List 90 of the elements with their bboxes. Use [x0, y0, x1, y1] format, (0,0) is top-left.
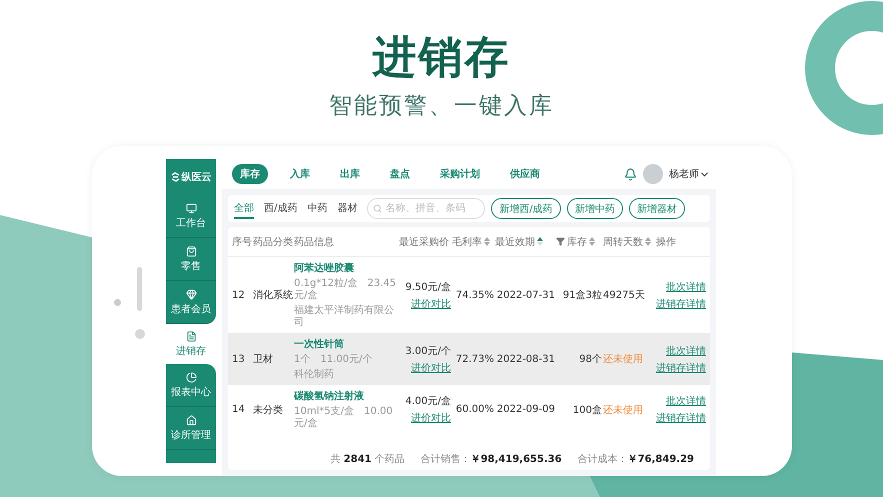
sidebar-background: [166, 450, 216, 463]
avatar[interactable]: [643, 164, 663, 184]
compare-link[interactable]: 进价对比: [411, 296, 451, 310]
sidebar-item[interactable]: 患者会员: [166, 281, 216, 324]
filter-icon[interactable]: [556, 237, 565, 246]
sales-total: 合计销售：￥98,419,655.36: [420, 452, 562, 466]
table-cell-text: 2022-08-31: [496, 354, 555, 364]
table-cell-text: 60.00%: [454, 404, 494, 415]
search-field[interactable]: 名称、拼音、条码: [367, 198, 486, 219]
nav-tab[interactable]: 入库: [282, 164, 318, 184]
column-header[interactable]: 库存: [556, 234, 602, 248]
drug-name: 碳酸氢钠注射液: [294, 389, 365, 403]
table-cell-text: 49275天: [603, 289, 646, 302]
monitor-icon: [186, 202, 196, 214]
table-cell-text: 14: [232, 404, 246, 415]
detail-link[interactable]: 批次详情: [666, 394, 706, 408]
column-header[interactable]: 最近效期: [495, 234, 555, 248]
column-header: 序号: [232, 236, 252, 248]
cost-total: 合计成本：￥76,849.29: [578, 452, 694, 466]
table-cell-text: 91盒3粒: [562, 288, 602, 302]
column-header[interactable]: 毛利率: [452, 234, 494, 248]
category-tab[interactable]: 器材: [337, 198, 358, 219]
detail-link[interactable]: 进销存详情: [656, 296, 706, 310]
table-cell-text: 12: [232, 290, 246, 300]
drug-name: 一次性针筒: [294, 338, 345, 351]
sort-icon[interactable]: [484, 237, 490, 246]
drug-name: 阿苯达唑胶囊: [294, 261, 355, 275]
nav-tab[interactable]: 库存: [232, 164, 268, 184]
category-tab[interactable]: 全部: [234, 198, 254, 219]
bag-icon: [186, 246, 196, 256]
sensor-dot: [134, 328, 144, 338]
drug-spec: 10ml*5支/盒 10.00元/盒: [294, 406, 394, 430]
add-button[interactable]: 新增器材: [628, 198, 685, 219]
nav-tab[interactable]: 采购计划: [432, 164, 488, 184]
column-header: 最近采购价: [399, 236, 450, 248]
drug-spec: 1个 11.00元/个: [294, 354, 374, 366]
add-button[interactable]: 新增西/成药: [491, 198, 561, 219]
sidebar-item[interactable]: 报表中心: [166, 364, 216, 407]
column-header: 药品分类: [253, 236, 293, 248]
sort-icon[interactable]: [589, 237, 595, 246]
document-icon: [186, 330, 196, 342]
nav-tab[interactable]: 出库: [332, 164, 368, 184]
pie-chart-icon: [186, 372, 196, 382]
table-cell-text: 2022-09-09: [496, 404, 555, 415]
detail-link[interactable]: 进销存详情: [656, 411, 706, 425]
nav-tab[interactable]: 供应商: [502, 164, 548, 184]
sort-icon[interactable]: [645, 237, 651, 246]
drug-maker: 科伦制药: [294, 369, 335, 381]
category-tab[interactable]: 中药: [307, 198, 328, 219]
table-cell-text: 13: [232, 354, 246, 364]
category-tab[interactable]: 西/成药: [264, 198, 298, 219]
diamond-icon: [186, 288, 196, 300]
table-cell-text: 3.00元/个: [405, 344, 451, 358]
table-cell-text: 72.73%: [454, 354, 494, 364]
table-cell-text: 100盒: [572, 404, 602, 416]
table-cell-text: 未分类: [253, 404, 284, 416]
detail-link[interactable]: 批次详情: [666, 344, 706, 358]
drug-count: 共 2841 个药品: [330, 452, 405, 466]
hero-title: 进销存: [372, 31, 510, 85]
table-cell-text: 卫材: [253, 352, 274, 366]
table-cell-text: 4.00元/盒: [405, 394, 451, 408]
camera-dot: [114, 299, 120, 306]
app-logo: 纵医云: [166, 159, 216, 195]
drug-maker: 福建太平洋制药有限公司: [294, 305, 395, 329]
sort-icon[interactable]: [537, 237, 543, 246]
table-cell-text: 还未使用: [603, 404, 644, 416]
user-menu[interactable]: 杨老师: [669, 167, 710, 181]
drug-spec: 0.1g*12粒/盒 23.45元/盒: [294, 278, 397, 302]
column-header[interactable]: 周转天数: [603, 234, 655, 248]
column-header: 药品信息: [294, 236, 335, 248]
search-icon: [373, 204, 382, 213]
hero-subtitle: 智能预警、一键入库: [329, 92, 554, 120]
table-cell-text: 消化系统: [253, 288, 293, 302]
sidebar-item[interactable]: 诊所管理: [166, 407, 216, 450]
table-cell-text: 9.50元/盒: [405, 280, 451, 294]
table-cell-text: 98个: [578, 353, 602, 366]
compare-link[interactable]: 进价对比: [411, 411, 451, 425]
nav-tab[interactable]: 盘点: [382, 164, 418, 184]
table-cell-text: 2022-07-31: [496, 290, 555, 300]
column-header: 操作: [656, 236, 677, 248]
table-cell-text: 74.35%: [454, 290, 494, 300]
house-icon: [186, 414, 196, 426]
table-cell-text: 还未使用: [603, 352, 644, 366]
add-button[interactable]: 新增中药: [566, 198, 623, 219]
bell-icon[interactable]: [624, 168, 637, 180]
sidebar-item[interactable]: 零售: [166, 238, 216, 281]
compare-link[interactable]: 进价对比: [411, 360, 451, 374]
sidebar-item[interactable]: 工作台: [166, 195, 216, 238]
detail-link[interactable]: 进销存详情: [656, 360, 706, 374]
detail-link[interactable]: 批次详情: [666, 280, 706, 294]
